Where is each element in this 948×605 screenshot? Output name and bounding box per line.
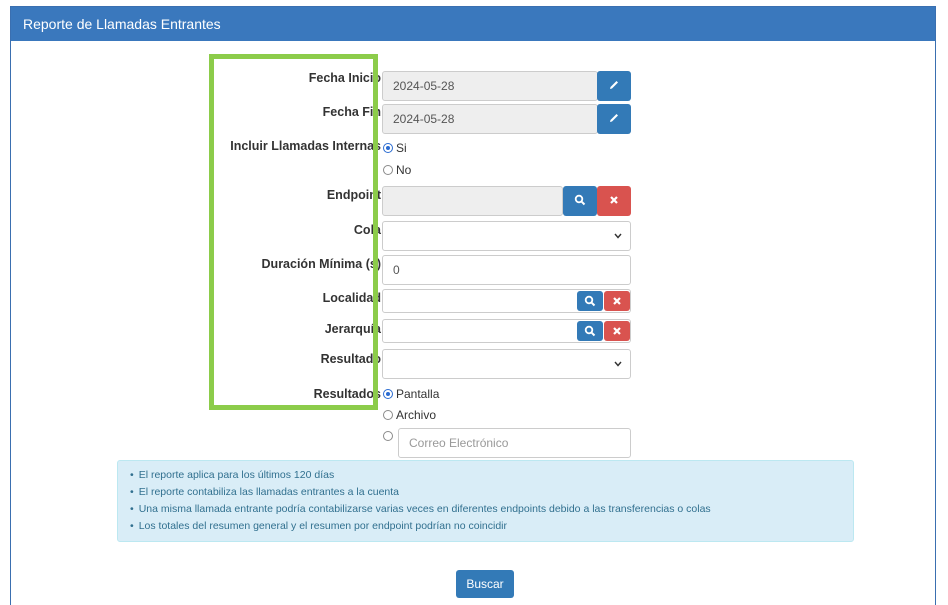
- close-icon: [613, 327, 621, 335]
- info-item: El reporte contabiliza las llamadas entr…: [130, 484, 853, 501]
- jerarquia-label: Jerarquía: [324, 322, 381, 336]
- resultados-email-option[interactable]: [383, 429, 396, 443]
- endpoint-input[interactable]: [382, 186, 563, 216]
- search-icon: [574, 194, 586, 206]
- resultados-archivo-label: Archivo: [396, 408, 437, 422]
- jerarquia-search-button[interactable]: [577, 321, 603, 341]
- localidad-clear-button[interactable]: [604, 291, 630, 311]
- resultado-select[interactable]: [382, 349, 631, 379]
- resultados-archivo-option[interactable]: Archivo: [383, 408, 436, 422]
- resultado-label: Resultado: [320, 352, 381, 366]
- search-icon: [584, 295, 596, 307]
- radio-unchecked[interactable]: [383, 430, 393, 441]
- fecha-fin-edit-button[interactable]: [597, 104, 631, 134]
- close-icon: [610, 196, 618, 204]
- buscar-button[interactable]: Buscar: [456, 570, 514, 598]
- duracion-minima-input[interactable]: 0: [382, 255, 631, 285]
- radio-unchecked[interactable]: [383, 164, 393, 175]
- chevron-down-icon: [614, 233, 622, 239]
- localidad-label: Localidad: [322, 291, 381, 305]
- incluir-internas-si-label: Si: [396, 141, 407, 155]
- cola-label: Cola: [353, 223, 381, 237]
- radio-checked[interactable]: [383, 388, 393, 399]
- endpoint-search-button[interactable]: [563, 186, 597, 216]
- fecha-fin-label: Fecha Fin: [322, 105, 381, 119]
- endpoint-label: Endpoint: [326, 188, 381, 202]
- fecha-inicio-label: Fecha Inicio: [308, 71, 381, 85]
- info-item: El reporte aplica para los últimos 120 d…: [130, 467, 853, 484]
- resultados-label: Resultados: [313, 387, 381, 401]
- jerarquia-clear-button[interactable]: [604, 321, 630, 341]
- fecha-fin-input[interactable]: 2024-05-28: [382, 104, 598, 134]
- duracion-minima-label: Duración Mínima (s): [261, 257, 381, 271]
- info-item: Los totales del resumen general y el res…: [130, 518, 853, 535]
- radio-checked[interactable]: [383, 142, 393, 153]
- localidad-search-button[interactable]: [577, 291, 603, 311]
- resultados-pantalla-option[interactable]: Pantalla: [383, 387, 439, 401]
- radio-unchecked[interactable]: [383, 409, 393, 420]
- pencil-icon: [610, 81, 618, 89]
- fecha-inicio-input[interactable]: 2024-05-28: [382, 71, 598, 101]
- info-box: El reporte aplica para los últimos 120 d…: [117, 460, 854, 542]
- fecha-inicio-edit-button[interactable]: [597, 71, 631, 101]
- incluir-internas-si-option[interactable]: Si: [383, 141, 407, 155]
- info-item: Una misma llamada entrante podría contab…: [130, 501, 853, 518]
- cola-select[interactable]: [382, 221, 631, 251]
- chevron-down-icon: [614, 361, 622, 367]
- incluir-internas-no-option[interactable]: No: [383, 163, 411, 177]
- resultados-pantalla-label: Pantalla: [396, 387, 440, 401]
- search-icon: [584, 325, 596, 337]
- incluir-internas-label: Incluir Llamadas Internas: [230, 139, 381, 153]
- pencil-icon: [610, 114, 618, 122]
- incluir-internas-no-label: No: [396, 163, 412, 177]
- close-icon: [613, 297, 621, 305]
- endpoint-clear-button[interactable]: [597, 186, 631, 216]
- email-field[interactable]: Correo Electrónico: [398, 428, 631, 458]
- info-list: El reporte aplica para los últimos 120 d…: [130, 467, 853, 535]
- panel-title: Reporte de Llamadas Entrantes: [11, 7, 935, 41]
